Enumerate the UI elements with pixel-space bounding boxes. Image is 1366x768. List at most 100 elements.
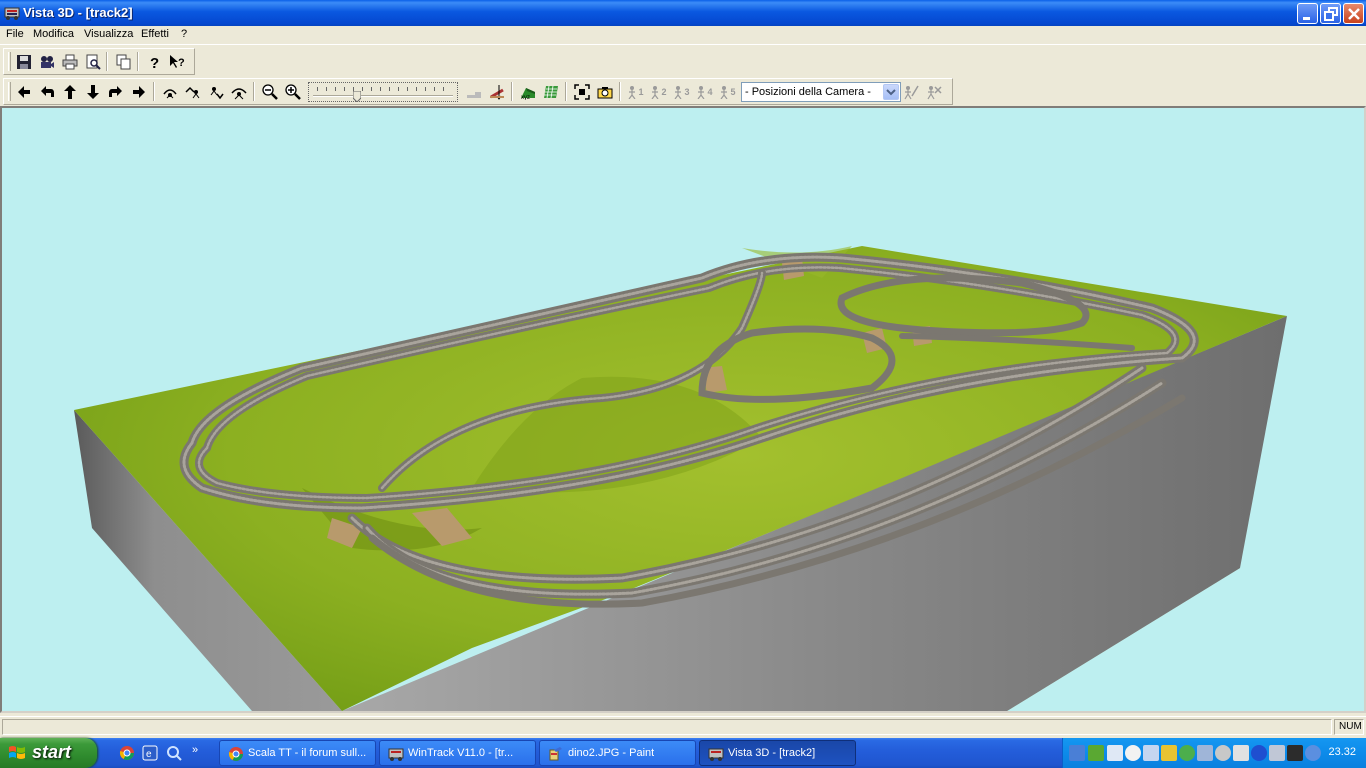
camera-orbit-button[interactable] [160,82,180,102]
task-button-chrome[interactable]: Scala TT - il forum sull... [219,740,376,766]
camera-position-4-button[interactable]: 4 [695,82,715,102]
move-up-button[interactable] [60,82,80,102]
camera-position-label: 1 [638,87,644,97]
curved-arrow-left-icon [41,86,54,97]
bluetooth-tray-icon[interactable] [1251,745,1267,761]
title-bar[interactable]: Vista 3D - [track2] [0,0,1366,26]
zoom-out-button[interactable] [260,82,280,102]
move-down-button[interactable] [83,82,103,102]
taskbar: start e » Scala TT - il forum sull... Wi… [0,738,1366,768]
wireless-tray-icon[interactable] [1088,745,1104,761]
restore-button[interactable] [1320,3,1341,24]
usb-tray-icon[interactable] [1197,745,1213,761]
save-button[interactable] [14,52,34,72]
dropdown-button[interactable] [883,84,899,100]
toolbar-separator [619,82,621,101]
task-button-paint[interactable]: dino2.JPG - Paint [539,740,696,766]
help-button[interactable]: ? [144,52,164,72]
antivirus-tray-icon[interactable] [1179,745,1195,761]
task-label: WinTrack V11.0 - [tr... [408,747,514,759]
security-shield-tray-icon[interactable] [1161,745,1177,761]
camera-tilt-up-button[interactable] [183,82,203,102]
grid-button[interactable] [541,82,561,102]
toolbar-separator [253,82,255,101]
wintrack-app-icon[interactable] [4,5,20,21]
display-settings-tray-icon[interactable] [1287,745,1303,761]
wintrack-icon [388,748,404,761]
delete-camera-position-button[interactable] [924,82,944,102]
minimize-button[interactable] [1297,3,1318,24]
camera-position-2-button[interactable]: 2 [649,82,669,102]
landscape-icon: xyz [521,88,535,100]
phone-tray-icon[interactable] [1233,745,1249,761]
ie-quicklaunch-icon[interactable]: e [142,745,158,761]
camera-tilt-down-button[interactable] [206,82,226,102]
chrome-quicklaunch-icon[interactable] [119,745,135,761]
landscape-button[interactable]: xyz [518,82,538,102]
display-tray-icon[interactable] [1107,745,1123,761]
chevron-down-icon [886,89,896,96]
move-left-button[interactable] [14,82,34,102]
rotate-right-button[interactable] [106,82,126,102]
toolbar-grip[interactable] [8,52,11,71]
monitor-tray-icon[interactable] [1269,745,1285,761]
snapshot-button[interactable] [595,82,615,102]
quicklaunch-more-chevron-icon[interactable]: » [192,744,198,756]
menu-help[interactable]: ? [181,28,187,40]
grid-icon [544,85,558,99]
camera-person-icon [629,86,636,99]
print-preview-icon [86,54,101,70]
track-height-button[interactable] [487,82,507,102]
task-label: dino2.JPG - Paint [568,747,655,759]
camera-person-icon [675,86,682,99]
track-height-icon [490,85,504,100]
network-tray-icon[interactable] [1069,745,1085,761]
menu-visualizza[interactable]: Visualizza [84,28,133,40]
fit-view-button[interactable] [572,82,592,102]
camera-animation-button[interactable] [37,52,57,72]
camera-walk-button[interactable] [229,82,249,102]
film-camera-icon [41,56,54,68]
zoom-in-button[interactable] [283,82,303,102]
camera-icon [597,87,613,99]
clock[interactable]: 23.32 [1328,746,1356,758]
camera-position-select[interactable]: - Posizioni della Camera - [741,82,901,102]
task-button-wintrack[interactable]: WinTrack V11.0 - [tr... [379,740,536,766]
camera-position-5-button[interactable]: 5 [718,82,738,102]
device-tray-icon[interactable] [1143,745,1159,761]
menu-file[interactable]: File [6,28,24,40]
print-preview-button[interactable] [83,52,103,72]
volume-tray-icon[interactable] [1305,745,1321,761]
toolbar-grip[interactable] [8,82,11,101]
camera-position-1-button[interactable]: 1 [626,82,646,102]
num-lock-indicator: NUM [1334,719,1364,735]
camera-position-3-button[interactable]: 3 [672,82,692,102]
messenger-tray-icon[interactable] [1125,745,1141,761]
close-button[interactable] [1343,3,1364,24]
task-label: Vista 3D - [track2] [728,747,816,759]
rotate-left-button[interactable] [37,82,57,102]
terrain-button[interactable] [464,82,484,102]
task-button-vista3d[interactable]: Vista 3D - [track2] [699,740,856,766]
add-camera-icon [904,85,919,100]
menu-effetti[interactable]: Effetti [141,28,169,40]
toolbar-separator [153,82,155,101]
start-label: start [32,742,72,762]
zoom-slider[interactable] [308,82,458,102]
printer-icon [62,54,78,70]
toolbar-separator [511,82,513,101]
copy-button[interactable] [114,52,134,72]
start-button[interactable]: start [0,738,97,768]
slider-thumb[interactable] [352,91,361,102]
menu-modifica[interactable]: Modifica [33,28,74,40]
curved-arrow-right-icon [109,86,122,97]
add-camera-position-button[interactable] [901,82,921,102]
search-quicklaunch-icon[interactable] [166,745,182,761]
3d-view-canvas[interactable] [0,106,1366,713]
arrow-right-icon [133,86,145,98]
print-button[interactable] [60,52,80,72]
context-help-button[interactable]: ? [167,52,187,72]
save-icon [17,55,31,69]
move-right-button[interactable] [129,82,149,102]
sync-tray-icon[interactable] [1215,745,1231,761]
